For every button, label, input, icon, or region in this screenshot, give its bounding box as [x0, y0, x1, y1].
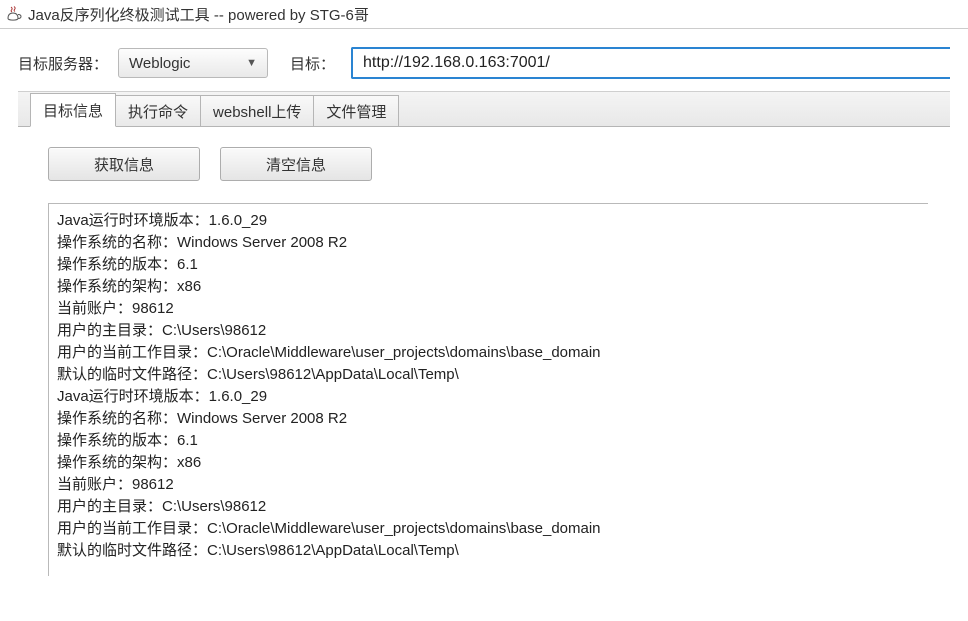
server-type-select[interactable]: Weblogic ▼ [118, 48, 268, 78]
clear-info-label: 清空信息 [266, 154, 326, 175]
fetch-info-button[interactable]: 获取信息 [48, 147, 200, 181]
window-title: Java反序列化终极测试工具 -- powered by STG-6哥 [28, 4, 369, 25]
tab-label: 执行命令 [128, 101, 188, 122]
tab-content-target-info: 获取信息 清空信息 Java运行时环境版本：1.6.0_29 操作系统的名称：W… [18, 127, 950, 584]
target-config-row: 目标服务器： Weblogic ▼ 目标： [0, 29, 968, 91]
target-label: 目标： [290, 53, 335, 74]
titlebar[interactable]: Java反序列化终极测试工具 -- powered by STG-6哥 [0, 0, 968, 29]
tab-0[interactable]: 目标信息 [30, 93, 116, 127]
server-label: 目标服务器： [18, 53, 108, 74]
tab-1[interactable]: 执行命令 [115, 95, 201, 126]
output-textarea[interactable]: Java运行时环境版本：1.6.0_29 操作系统的名称：Windows Ser… [48, 203, 928, 576]
tabs-bar: 目标信息 执行命令 webshell上传 文件管理 [18, 91, 950, 127]
clear-info-button[interactable]: 清空信息 [220, 147, 372, 181]
action-row: 获取信息 清空信息 [48, 147, 928, 181]
fetch-info-label: 获取信息 [94, 154, 154, 175]
chevron-down-icon: ▼ [246, 57, 257, 69]
server-type-value: Weblogic [129, 55, 246, 72]
tab-3[interactable]: 文件管理 [313, 95, 399, 126]
app-window: Java反序列化终极测试工具 -- powered by STG-6哥 目标服务… [0, 0, 968, 584]
tab-label: webshell上传 [213, 101, 301, 122]
tab-label: 目标信息 [43, 100, 103, 121]
target-url-input[interactable] [351, 47, 950, 79]
tabs-container: 目标信息 执行命令 webshell上传 文件管理 获取信息 清空信息 Java运行时… [0, 91, 968, 584]
java-coffee-icon [6, 6, 22, 22]
tab-2[interactable]: webshell上传 [200, 95, 314, 126]
tab-label: 文件管理 [326, 101, 386, 122]
